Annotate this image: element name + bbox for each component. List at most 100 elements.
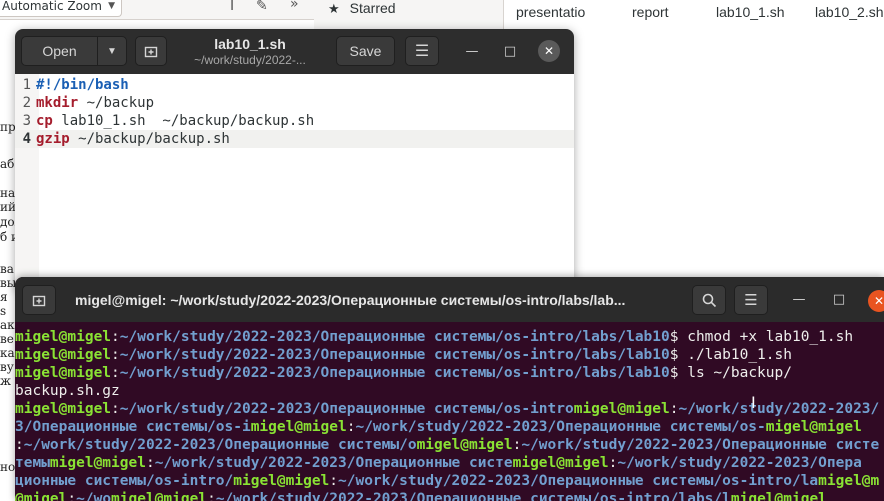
document-title: lab10_1.sh: [214, 36, 286, 52]
code-editor[interactable]: 1 #!/bin/bash 2 mkdir ~/backup 3 cp lab10_1…: [15, 76, 574, 148]
file-item[interactable]: lab10_1.sh: [716, 4, 785, 20]
prompt-user: migel@migel: [233, 473, 330, 489]
minimize-icon: —: [465, 43, 479, 59]
pdf-text-fragment: ве: [0, 332, 14, 346]
prompt-user: migel@migel: [416, 437, 513, 453]
code-text: ~/backup/backup.sh: [69, 131, 230, 147]
code-line[interactable]: 3 cp lab10_1.sh ~/backup/backup.sh: [15, 112, 574, 130]
draw-pen-icon[interactable]: ✎: [256, 0, 268, 13]
terminal-output[interactable]: migel@migel:~/work/study/2022-2023/Опера…: [15, 328, 884, 501]
prompt-path: ~/work/study/2022-2023/Операционные сист…: [338, 473, 819, 489]
terminal-text: :: [329, 473, 339, 489]
terminal-line: ционные системы/os-intro/migel@migel:~/w…: [15, 472, 884, 490]
line-number: 2: [22, 95, 31, 111]
pdf-text-fragment: но: [0, 460, 16, 474]
pdf-toolbar: Automatic Zoom ▼ I ✎ »: [0, 0, 314, 20]
editor-header-bar: Open ▼ lab10_1.sh ~/work/study/2022-... …: [15, 29, 574, 74]
text-editor-window: Open ▼ lab10_1.sh ~/work/study/2022-... …: [15, 29, 574, 289]
code-keyword: #!/bin/bash: [36, 77, 129, 93]
prompt-path: ~/work/study/2022-2023/Операционные сист…: [119, 347, 670, 363]
prompt-user: migel@migel: [573, 401, 670, 417]
zoom-select[interactable]: Automatic Zoom ▼: [0, 0, 122, 17]
maximize-icon: □: [832, 291, 846, 307]
sidebar-item-label: Starred: [349, 0, 396, 16]
terminal-text: :: [111, 347, 120, 363]
line-number: 4: [22, 131, 31, 147]
prompt-user: migel@migel: [15, 401, 112, 417]
line-number: 3: [22, 113, 31, 129]
terminal-text: :: [111, 365, 120, 381]
code-text: lab10_1.sh ~/backup/backup.sh: [52, 113, 315, 129]
terminal-header-bar: migel@migel: ~/work/study/2022-2023/Опер…: [15, 277, 884, 322]
close-button[interactable]: ✕: [868, 290, 884, 312]
text-cursor-icon[interactable]: I: [230, 0, 234, 13]
maximize-icon: □: [503, 43, 517, 59]
terminal-text: :: [145, 455, 155, 471]
line-number: 1: [22, 77, 31, 93]
prompt-user: migel@migel: [730, 491, 827, 501]
prompt-path: ~/work/study/2022-2023/Операционные сист…: [119, 365, 670, 381]
terminal-title: migel@migel: ~/work/study/2022-2023/Опер…: [75, 292, 626, 308]
close-button[interactable]: ✕: [538, 40, 560, 62]
terminal-line: migel@migel:~/work/study/2022-2023/Опера…: [15, 346, 884, 364]
prompt-user: migel@migel: [49, 455, 146, 471]
minimize-button[interactable]: —: [788, 288, 810, 310]
prompt-user: @migel: [15, 491, 68, 501]
terminal-line: migel@migel:~/work/study/2022-2023/Опера…: [15, 364, 884, 382]
prompt-path: ~/wo: [76, 491, 112, 501]
new-document-button[interactable]: [135, 36, 167, 66]
code-line-current[interactable]: 4 gzip ~/backup/backup.sh: [15, 130, 574, 148]
zoom-select-value: Automatic Zoom: [2, 0, 102, 13]
prompt-path: ~/work/study/2022-2023/: [678, 401, 880, 417]
pdf-text-fragment: я: [0, 290, 8, 304]
hamburger-menu-button[interactable]: ☰: [405, 36, 439, 66]
close-icon: ✕: [873, 294, 884, 308]
open-recent-menu-button[interactable]: ▼: [97, 36, 127, 66]
code-keyword: mkdir: [36, 95, 79, 111]
pdf-text-fragment: s: [0, 304, 7, 318]
prompt-path: темы: [15, 455, 50, 471]
prompt-user: migel@migel: [250, 419, 347, 435]
prompt-path: ~/work/study/2022-2023/Операционные сист…: [119, 329, 670, 345]
terminal-text: $ ./lab10_1.sh: [669, 347, 792, 363]
more-tools-icon[interactable]: »: [290, 0, 299, 11]
terminal-text: :: [111, 401, 120, 417]
terminal-text: :: [15, 437, 24, 453]
prompt-user: migel@migel: [15, 347, 112, 363]
open-button[interactable]: Open: [21, 36, 98, 66]
maximize-button[interactable]: □: [499, 40, 521, 62]
maximize-button[interactable]: □: [828, 288, 850, 310]
save-button[interactable]: Save: [336, 36, 395, 66]
minimize-icon: —: [792, 291, 806, 307]
terminal-window: migel@migel: ~/work/study/2022-2023/Опер…: [15, 277, 884, 501]
code-line[interactable]: 1 #!/bin/bash: [15, 76, 574, 94]
pdf-text-fragment: вы: [0, 276, 17, 290]
pdf-text-fragment: ий: [0, 200, 16, 214]
pdf-text-fragment: ж: [0, 374, 12, 388]
search-icon: [702, 293, 716, 307]
code-keyword: gzip: [36, 131, 70, 147]
pdf-text-fragment: ву: [0, 360, 14, 374]
file-item[interactable]: lab10_2.sh: [815, 4, 884, 20]
terminal-line: migel@migel:~/work/study/2022-2023/Опера…: [15, 328, 884, 346]
code-text: ~/backup: [78, 95, 155, 111]
terminal-text: $ ls ~/backup/: [669, 365, 792, 381]
prompt-user: migel@migel: [765, 419, 862, 435]
file-item[interactable]: presentatio: [516, 4, 585, 20]
search-button[interactable]: [692, 285, 726, 315]
menu-icon: ☰: [744, 291, 758, 309]
minimize-button[interactable]: —: [461, 40, 483, 62]
file-item[interactable]: report: [632, 4, 669, 20]
hamburger-menu-button[interactable]: ☰: [734, 285, 768, 315]
sidebar-item-starred[interactable]: ★ Starred: [328, 0, 396, 17]
prompt-path: ~/work/study/2022-2023/Операционные сист…: [521, 437, 880, 453]
pdf-text-fragment: пр: [0, 120, 16, 134]
document-path: ~/work/study/2022-...: [194, 53, 306, 67]
code-line[interactable]: 2 mkdir ~/backup: [15, 94, 574, 112]
menu-icon: ☰: [414, 43, 430, 60]
terminal-text: :: [67, 491, 77, 501]
prompt-path: ~/work/study/2022-2023/Операционные сист…: [119, 401, 574, 417]
prompt-path: ционные системы/os-intro/: [15, 473, 234, 489]
new-tab-button[interactable]: [22, 285, 56, 315]
prompt-path: 3/Операционные системы/os-i: [15, 419, 251, 435]
